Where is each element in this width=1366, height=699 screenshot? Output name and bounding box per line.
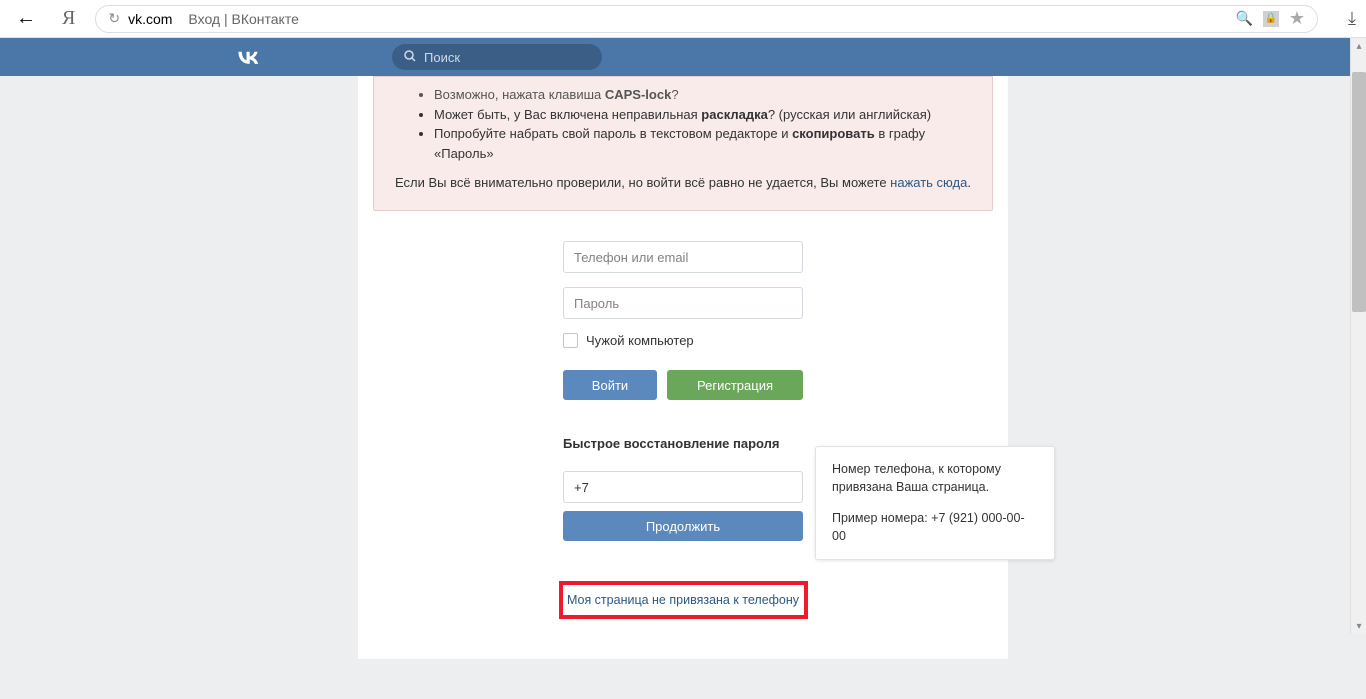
browser-toolbar: ← Я ↻ vk.com Вход | ВКонтакте 🔍 🔒 ★ ⤓: [0, 0, 1366, 38]
phone-field[interactable]: [563, 471, 803, 503]
star-icon[interactable]: ★: [1289, 8, 1305, 29]
warning-footer: Если Вы всё внимательно проверили, но во…: [394, 175, 972, 190]
scroll-up-icon[interactable]: ▴: [1351, 38, 1366, 54]
reload-icon[interactable]: ↻: [108, 10, 120, 27]
vk-logo-icon: [234, 48, 262, 64]
register-button[interactable]: Регистрация: [667, 370, 803, 400]
warning-list: Возможно, нажата клавиша CAPS-lock? Може…: [394, 85, 972, 163]
page-title: Вход | ВКонтакте: [188, 11, 298, 27]
click-here-link[interactable]: нажать сюда: [890, 175, 967, 190]
vk-header: [0, 38, 1366, 76]
url-domain: vk.com: [128, 11, 172, 27]
login-form: Чужой компьютер Войти Регистрация: [563, 241, 803, 400]
scrollbar-thumb[interactable]: [1352, 72, 1366, 312]
page-content: Возможно, нажата клавиша CAPS-lock? Може…: [0, 76, 1366, 699]
checkbox-icon[interactable]: [563, 333, 578, 348]
tooltip-text: Номер телефона, к которому привязана Ваш…: [832, 461, 1038, 496]
continue-button[interactable]: Продолжить: [563, 511, 803, 541]
phone-tooltip: Номер телефона, к которому привязана Ваш…: [815, 446, 1055, 560]
tooltip-example: Пример номера: +7 (921) 000-00-00: [832, 510, 1038, 545]
vk-logo[interactable]: [234, 44, 392, 70]
warning-item: Попробуйте набрать свой пароль в текстов…: [434, 124, 972, 163]
quick-recovery-form: Быстрое восстановление пароля Продолжить…: [563, 436, 803, 541]
login-field[interactable]: [563, 241, 803, 273]
address-bar[interactable]: ↻ vk.com Вход | ВКонтакте 🔍 🔒 ★: [95, 5, 1318, 33]
lock-icon[interactable]: 🔒: [1263, 11, 1279, 27]
warning-item: Возможно, нажата клавиша CAPS-lock?: [434, 85, 972, 105]
yandex-logo[interactable]: Я: [56, 7, 81, 30]
recovery-title: Быстрое восстановление пароля: [563, 436, 803, 451]
scroll-down-icon[interactable]: ▾: [1351, 618, 1366, 634]
warning-box: Возможно, нажата клавиша CAPS-lock? Може…: [373, 76, 993, 211]
back-button[interactable]: ←: [10, 7, 42, 30]
foreign-pc-checkbox[interactable]: Чужой компьютер: [563, 333, 803, 348]
login-button[interactable]: Войти: [563, 370, 657, 400]
highlighted-no-phone-link: Моя страница не привязана к телефону: [559, 581, 808, 619]
password-field[interactable]: [563, 287, 803, 319]
search-in-page-icon[interactable]: 🔍: [1235, 10, 1252, 27]
login-card: Возможно, нажата клавиша CAPS-lock? Може…: [358, 76, 1008, 659]
download-icon[interactable]: ⤓: [1348, 8, 1356, 29]
warning-item: Может быть, у Вас включена неправильная …: [434, 105, 972, 125]
checkbox-label: Чужой компьютер: [586, 333, 694, 348]
search-input[interactable]: [424, 50, 600, 65]
vertical-scrollbar[interactable]: ▴ ▾: [1350, 38, 1366, 634]
header-search[interactable]: [392, 44, 602, 70]
no-phone-link[interactable]: Моя страница не привязана к телефону: [567, 593, 799, 607]
search-icon: [404, 50, 416, 65]
